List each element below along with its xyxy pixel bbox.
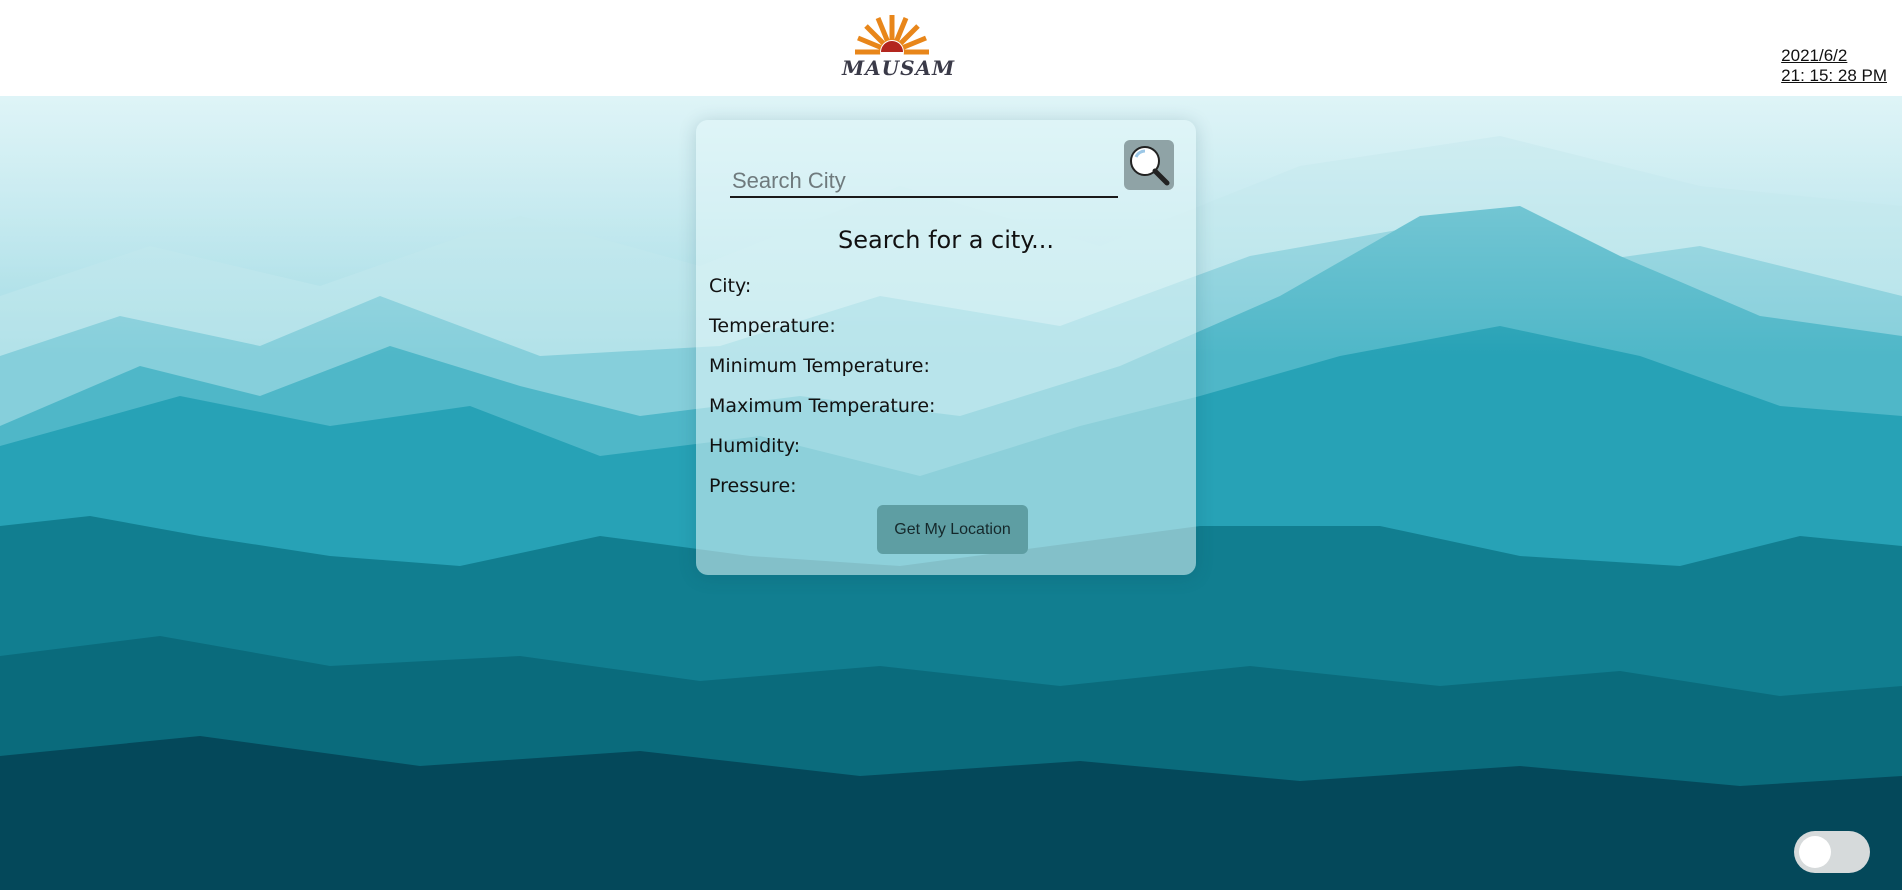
logo-text: MAUSAM [842, 56, 956, 80]
search-city-input[interactable] [730, 166, 1118, 198]
date-text: 2021/6/2 [1781, 46, 1848, 65]
time-text: 21: 15: 28 PM [1781, 66, 1887, 85]
search-status: Search for a city... [838, 226, 1054, 254]
date-time[interactable]: 2021/6/2 21: 15: 28 PM [1781, 46, 1887, 86]
humidity-label: Humidity: [709, 435, 801, 457]
search-button[interactable] [1124, 140, 1174, 190]
theme-toggle[interactable] [1794, 831, 1870, 873]
temperature-label: Temperature: [709, 315, 836, 337]
pressure-label: Pressure: [709, 475, 797, 497]
mausam-logo[interactable]: MAUSAM [842, 10, 956, 80]
toggle-knob [1799, 836, 1831, 868]
max-temperature-label: Maximum Temperature: [709, 395, 936, 417]
page: MAUSAM 2021/6/2 21: 15: 28 PM Search Cit… [0, 0, 1902, 890]
sun-logo-icon [855, 15, 929, 64]
city-label: City: [709, 275, 752, 297]
min-temperature-label: Minimum Temperature: [709, 355, 930, 377]
get-my-location-button[interactable]: Get My Location [877, 505, 1028, 554]
weather-card: Search for a city... City: Temperature: … [696, 120, 1196, 575]
header-bar: MAUSAM 2021/6/2 21: 15: 28 PM [0, 0, 1902, 96]
search-icon [1130, 146, 1170, 186]
